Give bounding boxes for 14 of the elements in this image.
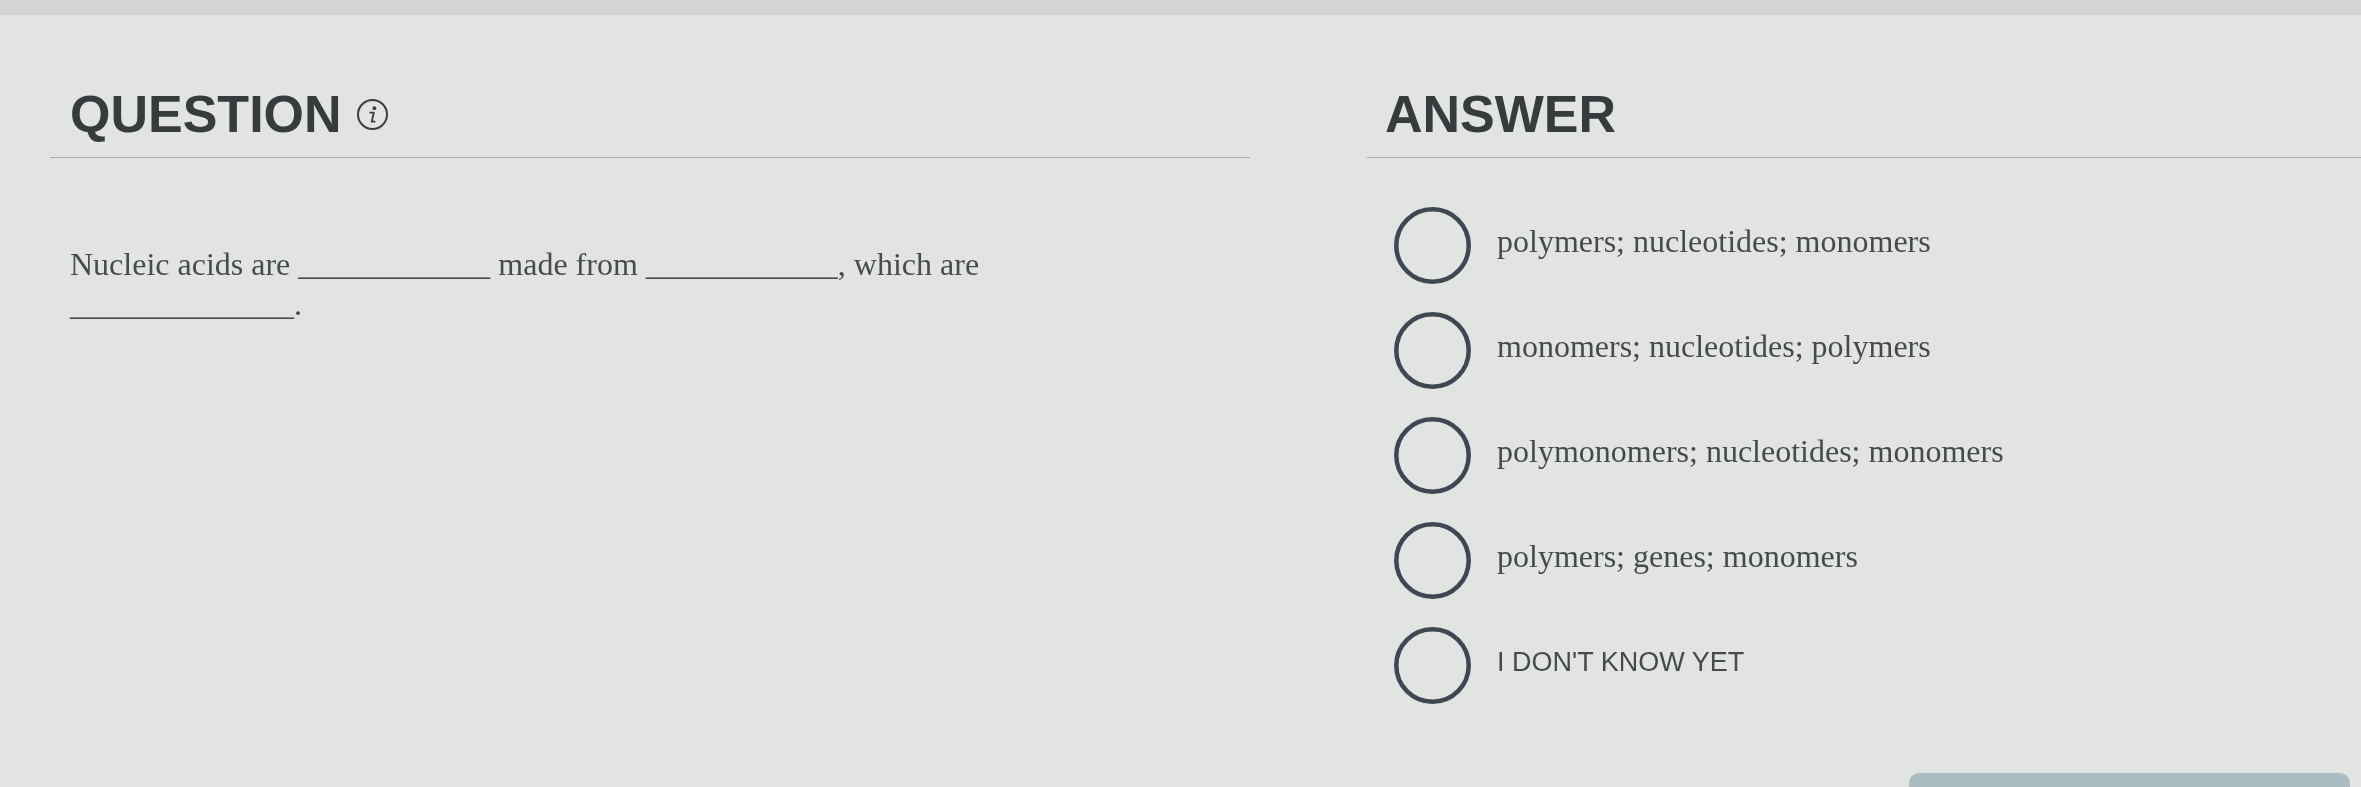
question-text: Nucleic acids are ____________ made from ____________, which are ______________. <box>70 245 981 324</box>
question-heading: QUESTION <box>70 84 342 145</box>
radio-button[interactable] <box>1394 522 1471 599</box>
option-label[interactable]: polymonomers; nucleotides; monomers <box>1497 432 2004 471</box>
option-label[interactable]: polymers; nucleotides; monomers <box>1497 222 1931 261</box>
radio-button[interactable] <box>1394 207 1471 284</box>
radio-button[interactable] <box>1394 417 1471 494</box>
option-label[interactable]: polymers; genes; monomers <box>1497 537 1858 576</box>
option-label[interactable]: I DON'T KNOW YET <box>1497 646 1745 679</box>
radio-button[interactable] <box>1394 627 1471 704</box>
radio-button[interactable] <box>1394 312 1471 389</box>
answer-heading: ANSWER <box>1385 84 1617 145</box>
info-icon[interactable] <box>356 98 388 130</box>
option-label[interactable]: monomers; nucleotides; polymers <box>1497 327 1931 366</box>
